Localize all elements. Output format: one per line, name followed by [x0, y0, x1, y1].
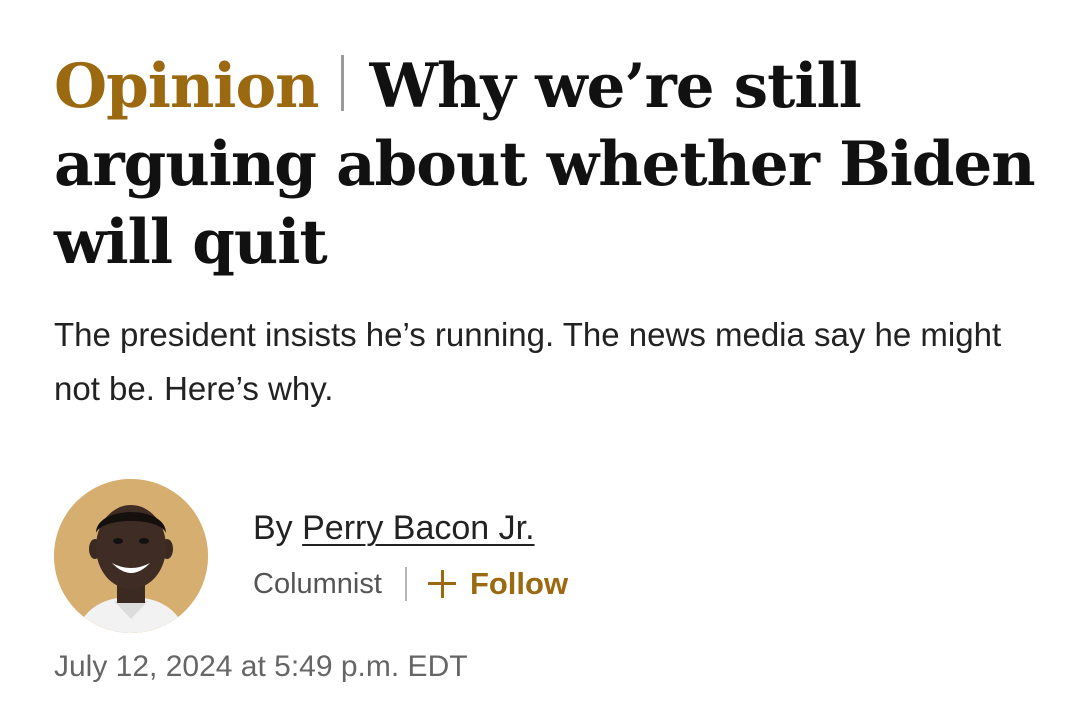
follow-button[interactable]: Follow — [427, 566, 569, 602]
opinion-kicker[interactable]: Opinion — [54, 51, 320, 122]
author-photo-icon — [54, 479, 208, 633]
author-avatar[interactable] — [54, 479, 208, 633]
publish-timestamp: July 12, 2024 at 5:49 p.m. EDT — [54, 650, 468, 683]
article-header: Opinion Why we’re still arguing about whe… — [54, 48, 1044, 416]
headline: Opinion Why we’re still arguing about whe… — [54, 48, 1044, 282]
author-role: Columnist — [253, 567, 382, 600]
byline-block: By Perry Bacon Jr. Columnist Follow — [54, 479, 954, 635]
plus-icon — [427, 570, 456, 598]
author-line: By Perry Bacon Jr. — [253, 506, 568, 550]
article-subheadline: The president insists he’s running. The … — [54, 316, 1002, 407]
author-meta: Columnist Follow — [253, 562, 568, 606]
byline-text: By Perry Bacon Jr. Columnist Follow — [253, 506, 568, 606]
follow-label: Follow — [469, 566, 569, 601]
author-name-link[interactable]: Perry Bacon Jr. — [302, 509, 534, 547]
by-prefix: By — [253, 509, 303, 547]
kicker-divider — [340, 55, 344, 111]
meta-divider — [404, 567, 407, 601]
